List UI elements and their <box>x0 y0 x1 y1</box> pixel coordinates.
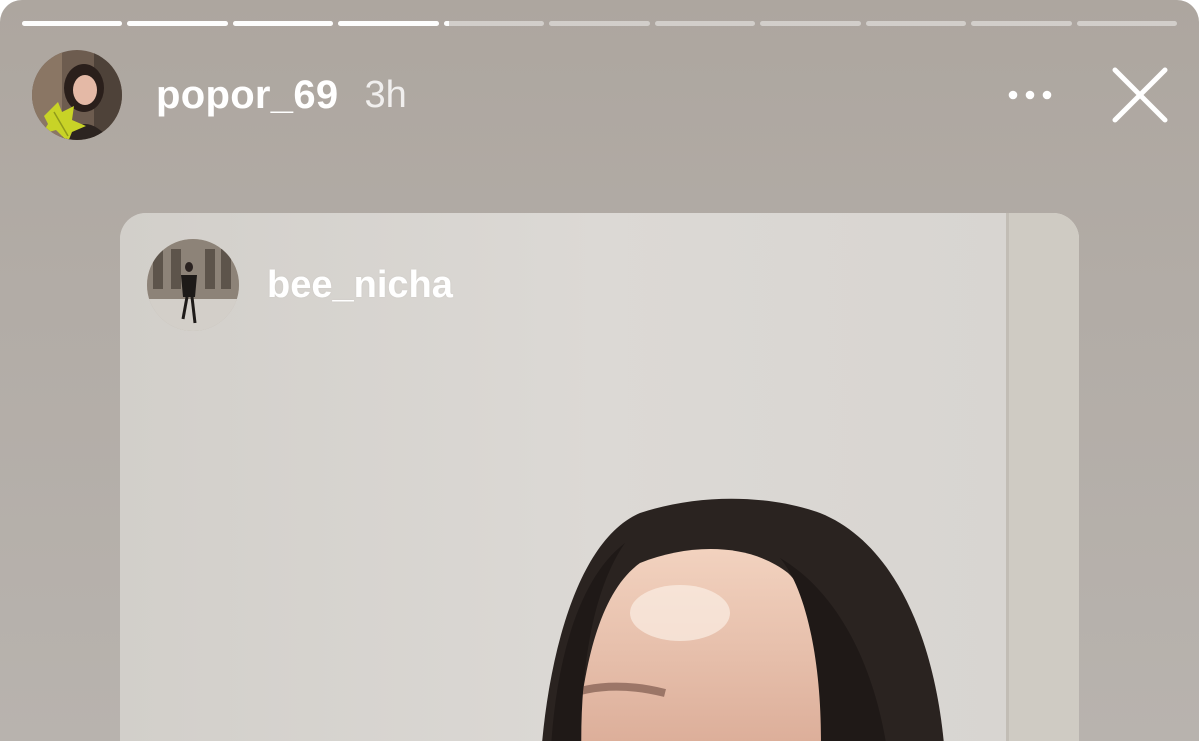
story-viewer[interactable]: popor_69 3h bee_nicha <box>0 0 1199 741</box>
story-progress-segment <box>338 21 439 26</box>
shared-post-header: bee_nicha <box>147 239 453 331</box>
story-progress-segment <box>443 21 545 26</box>
shared-post-username[interactable]: bee_nicha <box>267 264 453 307</box>
story-progress-fill <box>443 21 449 26</box>
story-progress-segment <box>760 21 861 26</box>
story-progress-segment <box>232 21 334 26</box>
story-progress-segment <box>865 21 967 26</box>
story-timestamp: 3h <box>364 73 407 116</box>
story-progress-fill <box>127 21 228 26</box>
story-progress-segment <box>971 21 1072 26</box>
story-progress-segment <box>22 21 123 26</box>
story-progress-segment <box>549 21 650 26</box>
story-header: popor_69 3h <box>32 48 1174 142</box>
story-progress-fill <box>232 21 334 26</box>
story-author-username[interactable]: popor_69 <box>156 73 338 118</box>
close-icon[interactable] <box>1110 65 1170 125</box>
story-progress-segment <box>127 21 228 26</box>
more-options-icon[interactable] <box>1006 75 1054 115</box>
shared-post-card[interactable]: bee_nicha <box>120 213 1079 741</box>
story-progress-fill <box>338 21 439 26</box>
shared-post-author-avatar[interactable] <box>147 239 239 331</box>
story-progress-segment <box>654 21 756 26</box>
story-author-avatar[interactable] <box>32 50 122 140</box>
story-progress-segment <box>1076 21 1177 26</box>
story-progress-bar <box>22 21 1177 26</box>
story-progress-fill <box>22 21 123 26</box>
